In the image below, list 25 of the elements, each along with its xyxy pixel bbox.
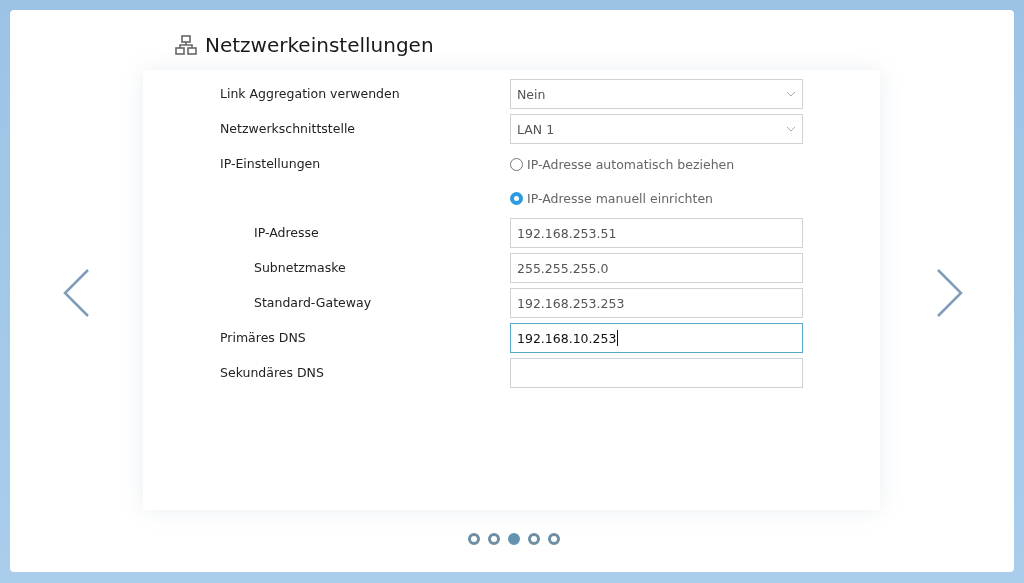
page-title: Netzwerkeinstellungen — [205, 33, 434, 57]
page-dot[interactable] — [548, 533, 560, 545]
page-dot[interactable] — [488, 533, 500, 545]
input-field[interactable]: 255.255.255.0 — [510, 253, 803, 283]
chevron-down-icon — [786, 126, 796, 132]
field-label: Standard-Gateway — [253, 294, 373, 312]
page-dot[interactable] — [528, 533, 540, 545]
radio-option[interactable]: IP-Adresse manuell einrichten — [510, 183, 735, 213]
field-label: Subnetzmaske — [253, 259, 347, 277]
input-field[interactable]: 192.168.253.51 — [510, 218, 803, 248]
field-label: IP-Einstellungen — [220, 155, 322, 173]
field-label: IP-Adresse — [253, 224, 320, 242]
radio-option[interactable]: IP-Adresse automatisch beziehen — [510, 149, 735, 179]
chevron-down-icon — [786, 91, 796, 97]
field-label: Link Aggregation verwenden — [220, 85, 401, 103]
dropdown[interactable]: LAN 1 — [510, 114, 803, 144]
input-field[interactable]: 192.168.10.253 — [510, 323, 803, 353]
field-label: Sekundäres DNS — [220, 364, 325, 382]
input-field[interactable]: 192.168.253.253 — [510, 288, 803, 318]
field-label: Netzwerkschnittstelle — [220, 120, 357, 138]
input-field[interactable] — [510, 358, 803, 388]
page-dot[interactable] — [468, 533, 480, 545]
field-label: Primäres DNS — [220, 329, 307, 347]
dropdown[interactable]: Nein — [510, 79, 803, 109]
network-icon — [175, 35, 197, 55]
